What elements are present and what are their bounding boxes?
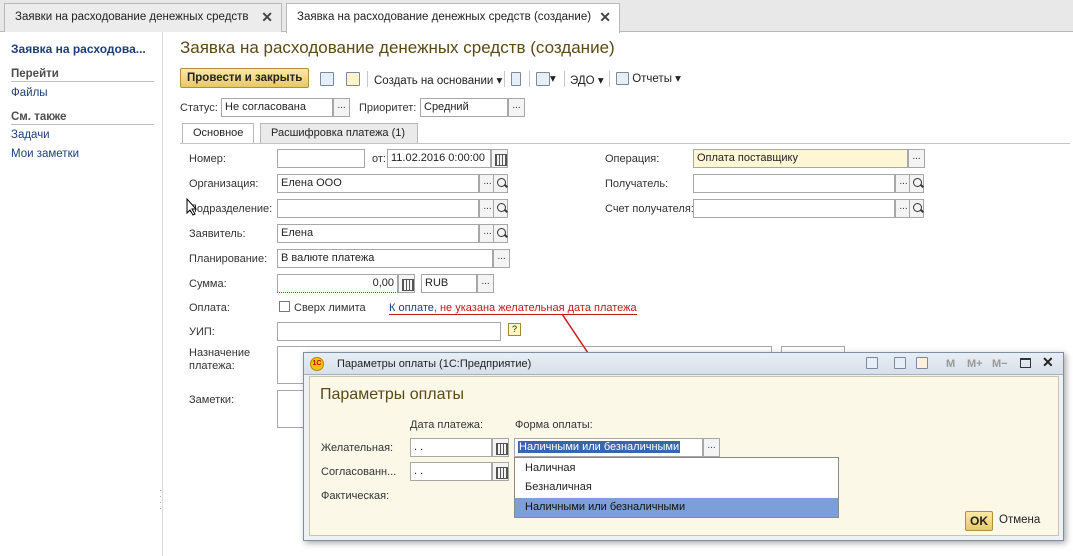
dialog-titlebar: 1С Параметры оплаты (1С:Предприятие) M M… [304,353,1063,375]
favorite-icon[interactable] [866,357,878,369]
desired-date-field[interactable]: . . [410,438,492,457]
app-logo-icon: 1С [310,357,324,371]
payment-form-value: Наличными или безналичными [518,441,681,453]
cancel-button[interactable]: Отмена [999,514,1040,526]
memory-minus-button[interactable]: M− [992,358,1008,370]
memory-m-button[interactable]: M [946,358,955,370]
payment-date-header: Дата платежа: [410,419,484,431]
calendar-icon[interactable] [916,357,928,369]
payment-form-dropdown: Наличная Безналичная Наличными или безна… [514,457,839,518]
dialog-body: Параметры оплаты Дата платежа: Форма опл… [309,376,1059,536]
agreed-label: Согласованн... [321,466,397,478]
payment-form-field[interactable]: Наличными или безналичными [514,438,703,457]
dialog-heading: Параметры оплаты [320,386,465,403]
calculator-icon[interactable] [894,357,906,369]
dropdown-option-cash[interactable]: Наличная [515,459,838,478]
calendar-icon[interactable] [492,438,509,457]
close-icon[interactable]: ✕ [1042,354,1054,371]
memory-plus-button[interactable]: M+ [967,358,983,370]
maximize-icon[interactable] [1020,358,1031,368]
payment-form-header: Форма оплаты: [515,419,593,431]
actual-label: Фактическая: [321,490,390,502]
calendar-icon[interactable] [492,462,509,481]
dialog-window-title: Параметры оплаты (1С:Предприятие) [337,358,532,370]
agreed-date-field[interactable]: . . [410,462,492,481]
desired-label: Желательная: [321,442,394,454]
select-button[interactable]: ... [703,438,720,457]
payment-params-dialog: 1С Параметры оплаты (1С:Предприятие) M M… [303,352,1064,541]
dropdown-option-noncash[interactable]: Безналичная [515,478,838,497]
ok-button[interactable]: OK [965,511,993,531]
dropdown-option-cash-or-noncash[interactable]: Наличными или безналичными [515,498,838,517]
